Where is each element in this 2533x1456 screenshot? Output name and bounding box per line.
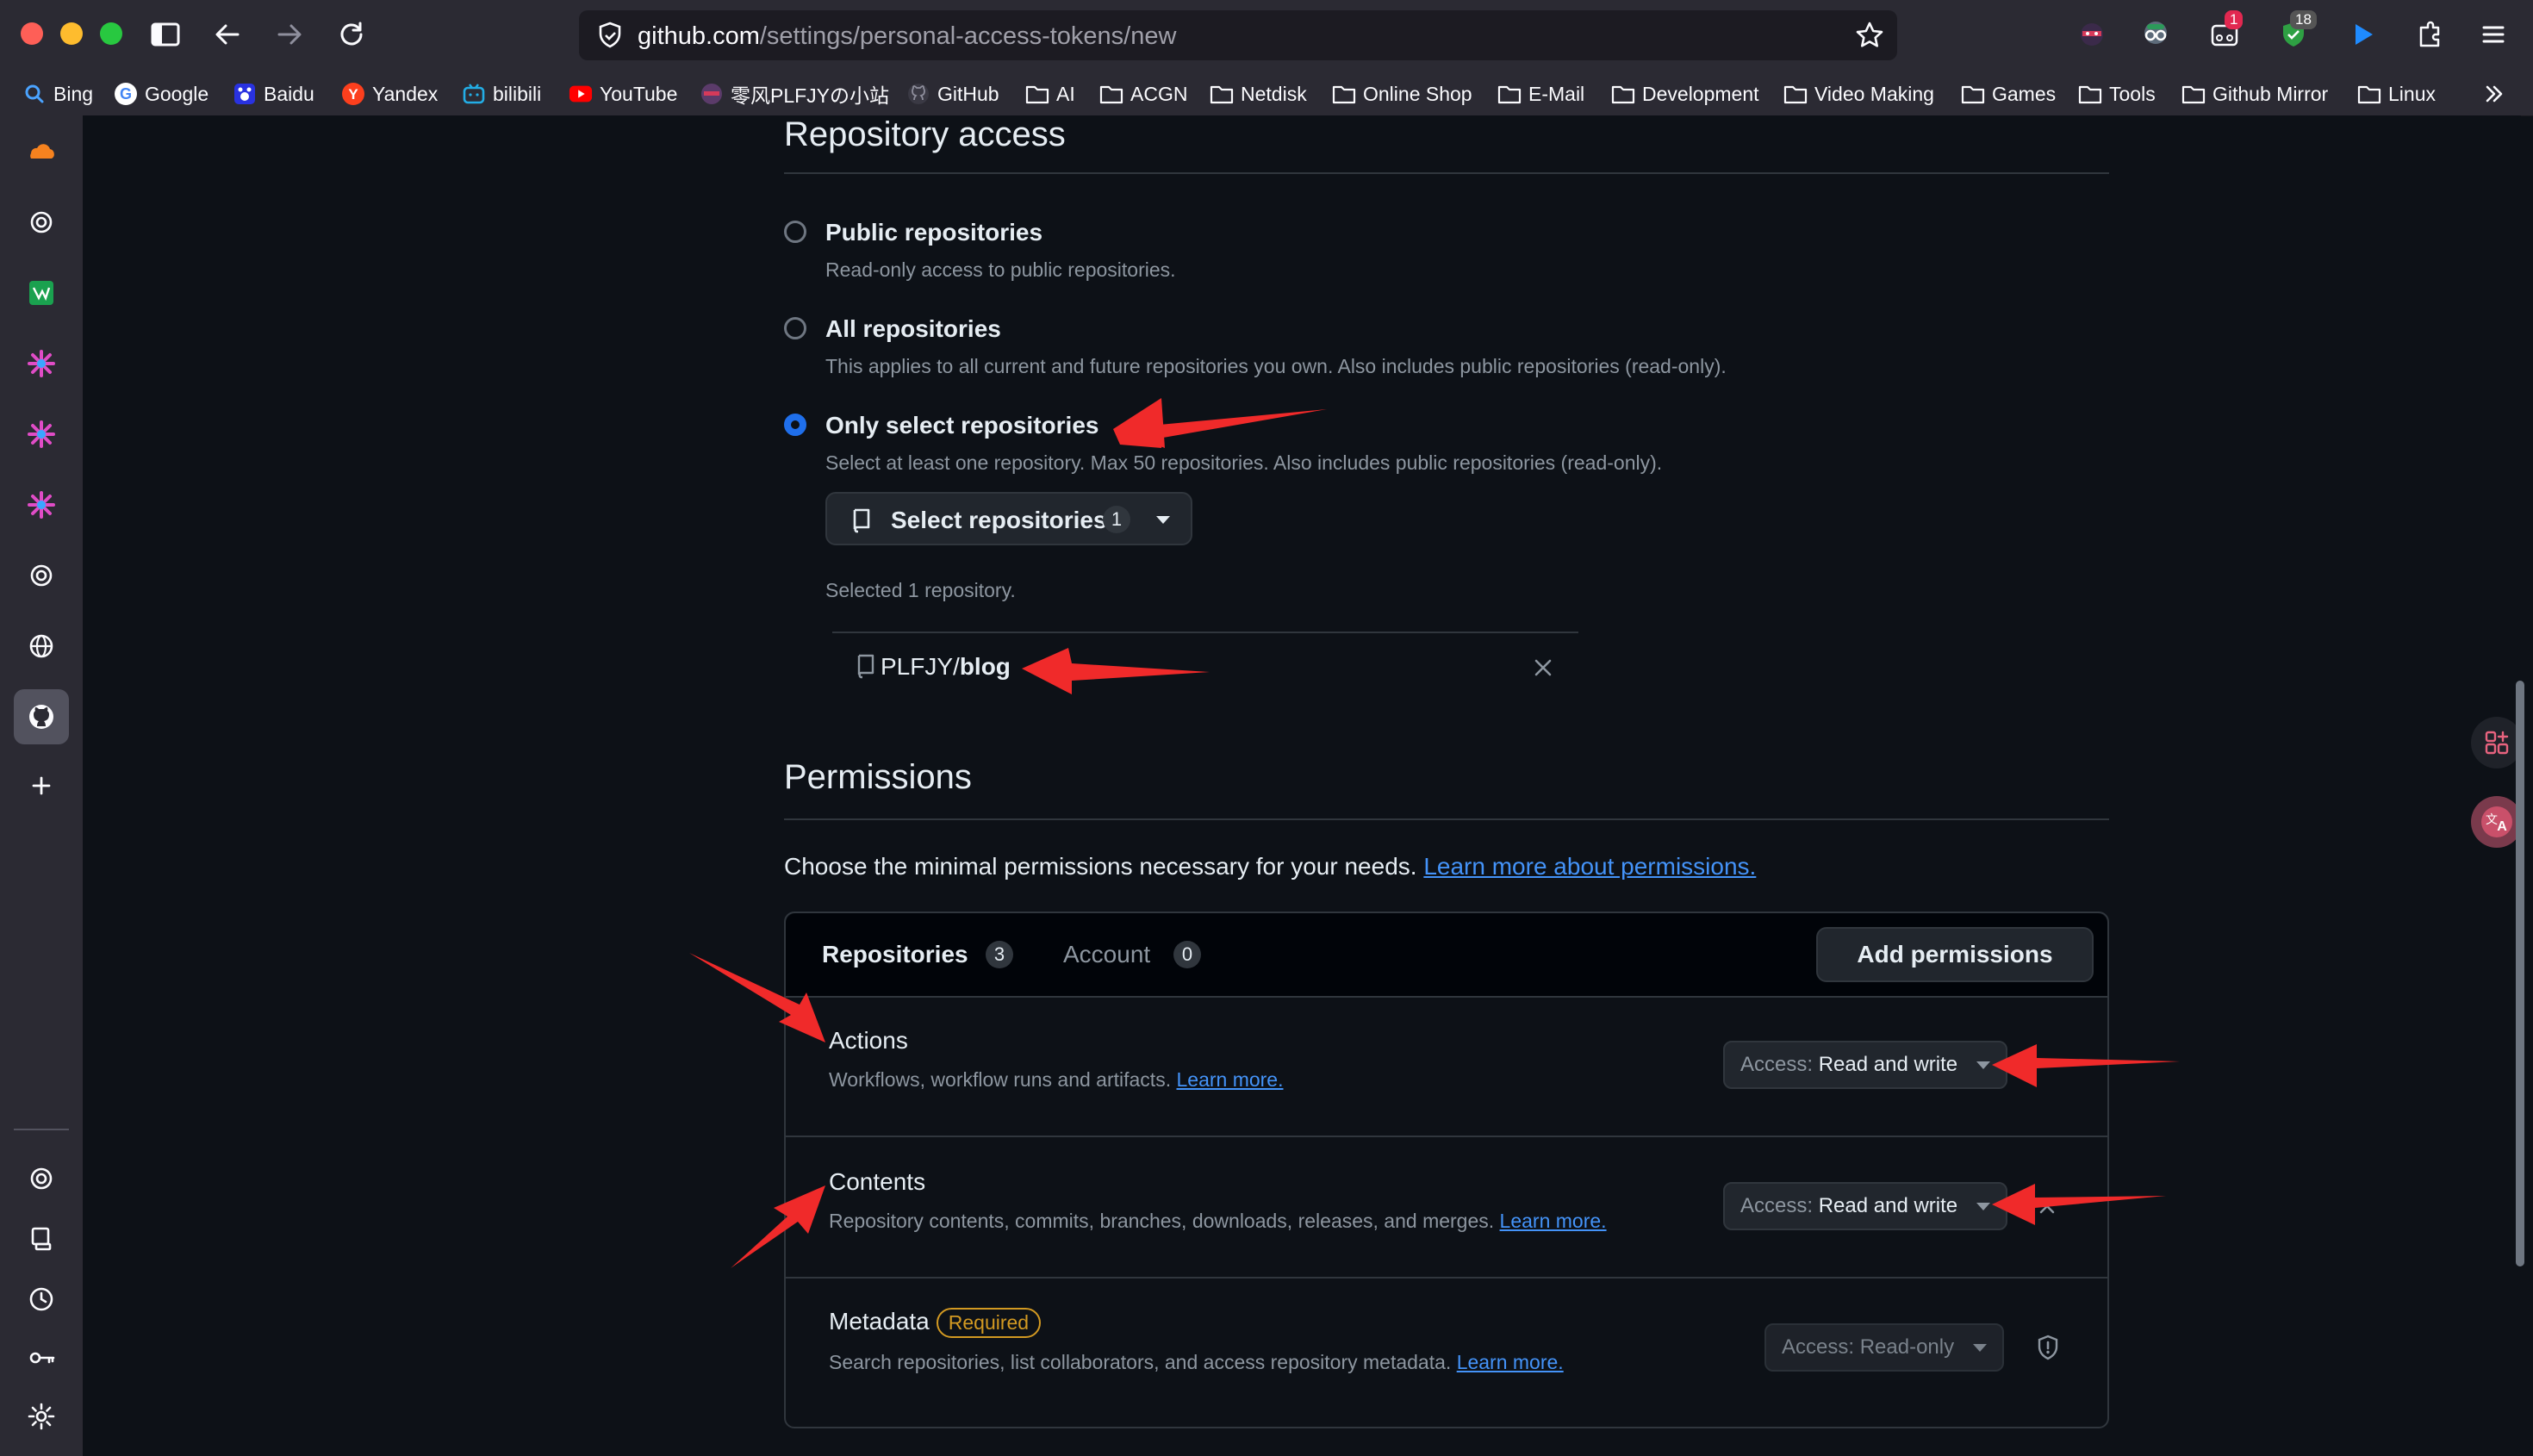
arrow-to-contents-access	[1992, 1184, 2166, 1225]
arrow-to-actions	[689, 953, 825, 1042]
arrow-to-contents	[731, 1185, 825, 1268]
arrow-to-actions-access	[1992, 1044, 2180, 1087]
annotation-arrows-overlay	[689, 398, 2180, 1268]
arrow-to-selected-repo	[1022, 648, 1210, 694]
